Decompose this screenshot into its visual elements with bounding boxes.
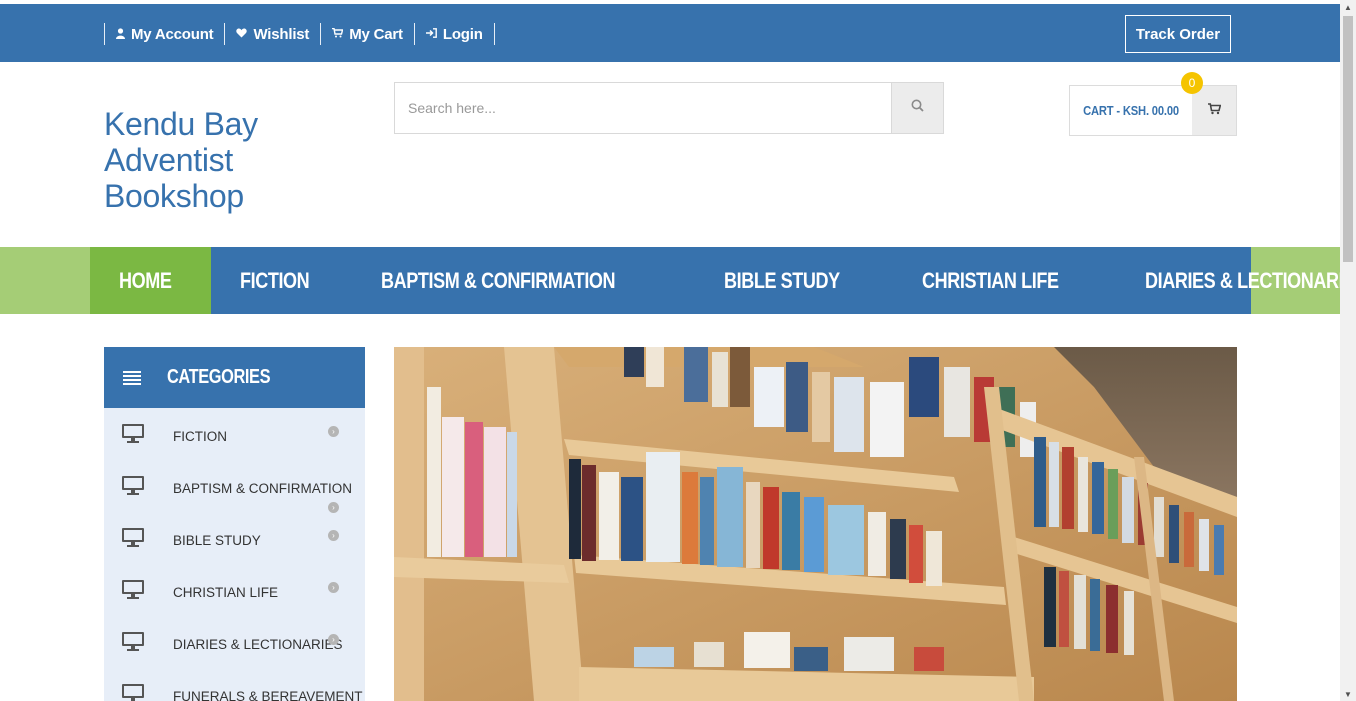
chevron-right-icon: › [328, 426, 339, 437]
category-label: FICTION [173, 429, 227, 444]
account-links: My Account Wishlist My Cart Login [104, 21, 495, 47]
header-cart[interactable]: CART - KSH. 00.00 [1069, 85, 1237, 136]
nav-fiction-label: FICTION [239, 267, 310, 293]
track-order-button[interactable]: Track Order [1125, 15, 1231, 53]
search-bar [394, 82, 944, 134]
category-item[interactable]: CHRISTIAN LIFE › [104, 564, 365, 616]
category-item[interactable]: BIBLE STUDY › [104, 512, 365, 564]
top-bar: My Account Wishlist My Cart Login Track … [0, 4, 1340, 62]
scrollbar-thumb[interactable] [1343, 16, 1353, 262]
nav-bible-study-label: BIBLE STUDY [723, 267, 840, 293]
login-link[interactable]: Login [413, 23, 495, 45]
nav-christian-life-label: CHRISTIAN LIFE [921, 267, 1059, 293]
category-item[interactable]: BAPTISM & CONFIRMATION › [104, 460, 365, 513]
cart-button[interactable] [1192, 86, 1236, 135]
shopping-cart-icon [1207, 102, 1221, 120]
search-button[interactable] [891, 83, 943, 133]
chevron-right-icon: › [328, 634, 339, 645]
logo-line-3: Bookshop [104, 178, 244, 214]
monitor-icon [121, 579, 145, 605]
nav-diaries-lectionaries[interactable]: DIARIES & LECTIONARIES [1117, 247, 1356, 314]
category-item[interactable]: FICTION › [104, 408, 365, 460]
nav-fiction[interactable]: FICTION [211, 247, 353, 314]
cart-count-badge: 0 [1181, 72, 1203, 94]
logo-line-2: Adventist [104, 142, 233, 178]
category-label: CHRISTIAN LIFE [173, 585, 279, 600]
scroll-down-icon[interactable]: ▼ [1340, 687, 1356, 701]
site-logo[interactable]: Kendu Bay Adventist Bookshop [104, 106, 258, 214]
main-nav: HOME FICTION BAPTISM & CONFIRMATION BIBL… [90, 247, 1356, 314]
monitor-icon [121, 683, 145, 701]
my-account-label: My Account [131, 25, 214, 43]
nav-home-label: HOME [118, 267, 172, 293]
scroll-up-icon[interactable]: ▲ [1340, 0, 1356, 14]
my-account-link[interactable]: My Account [104, 23, 224, 45]
monitor-icon [121, 423, 145, 449]
nav-christian-life[interactable]: CHRISTIAN LIFE [893, 247, 1117, 314]
categories-header[interactable]: CATEGORIES [104, 347, 365, 408]
nav-home[interactable]: HOME [90, 247, 211, 314]
monitor-icon [121, 631, 145, 657]
monitor-icon [121, 527, 145, 553]
category-label: BIBLE STUDY [173, 533, 261, 548]
bookshelf-image [394, 347, 1237, 701]
nav-bible-study[interactable]: BIBLE STUDY [695, 247, 893, 314]
nav-diaries-label: DIARIES & LECTIONARIES [1145, 267, 1356, 293]
logo-line-1: Kendu Bay [104, 106, 258, 142]
chevron-right-icon: › [328, 582, 339, 593]
user-icon [116, 27, 125, 41]
wishlist-link[interactable]: Wishlist [224, 23, 320, 45]
category-item[interactable]: FUNERALS & BEREAVEMENT [104, 668, 365, 701]
chevron-right-icon: › [328, 530, 339, 541]
categories-title: CATEGORIES [167, 366, 271, 388]
login-label: Login [442, 25, 483, 43]
categories-list: FICTION › BAPTISM & CONFIRMATION › BIBLE… [104, 408, 365, 701]
monitor-icon [121, 475, 145, 501]
page-scrollbar[interactable]: ▲ ▼ [1340, 0, 1356, 701]
main-nav-band: HOME FICTION BAPTISM & CONFIRMATION BIBL… [0, 247, 1356, 314]
cart-icon [332, 27, 344, 40]
search-icon [911, 99, 924, 117]
cart-total-label[interactable]: CART - KSH. 00.00 [1079, 86, 1184, 135]
menu-icon [123, 369, 141, 387]
heart-icon [236, 28, 248, 40]
wishlist-label: Wishlist [253, 25, 310, 43]
nav-baptism-confirmation[interactable]: BAPTISM & CONFIRMATION [353, 247, 696, 314]
hero-banner[interactable] [394, 347, 1237, 701]
login-icon [425, 28, 437, 40]
category-label: DIARIES & LECTIONARIES [173, 637, 343, 652]
my-cart-label: My Cart [349, 25, 403, 43]
nav-baptism-label: BAPTISM & CONFIRMATION [381, 267, 616, 293]
search-input[interactable] [395, 83, 891, 133]
category-item[interactable]: DIARIES & LECTIONARIES › [104, 616, 365, 668]
category-label: FUNERALS & BEREAVEMENT [173, 689, 363, 701]
category-label: BAPTISM & CONFIRMATION [173, 481, 353, 496]
my-cart-link[interactable]: My Cart [320, 23, 414, 45]
